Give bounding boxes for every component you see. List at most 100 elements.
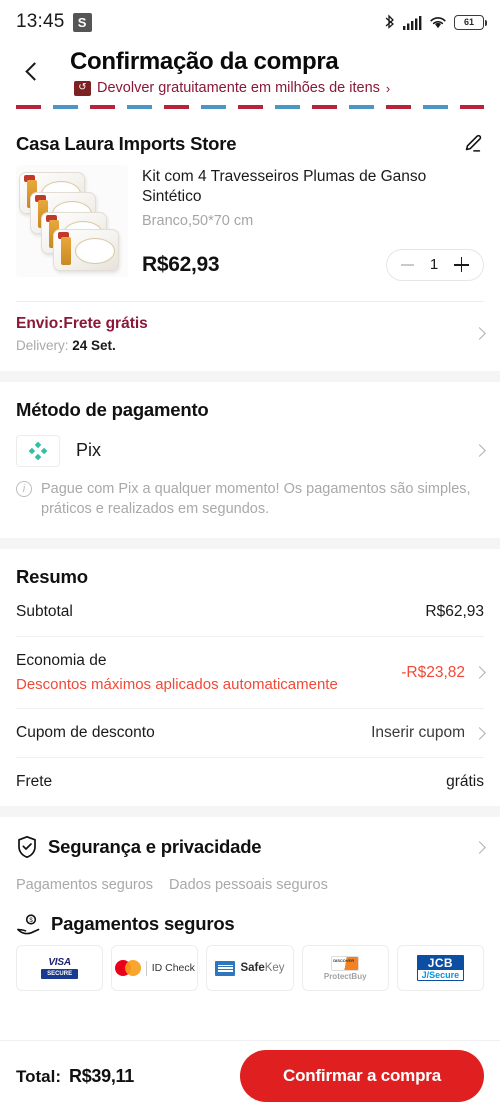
security-chevron-icon[interactable] <box>473 840 486 854</box>
security-tag: Pagamentos seguros <box>16 877 154 894</box>
jcb-jsecure-badge: JCB J/Secure <box>396 945 485 992</box>
summary-value: Inserir cupom <box>371 724 465 742</box>
pix-logo-icon <box>16 434 60 467</box>
battery-level: 61 <box>463 17 474 27</box>
summary-row-coupon[interactable]: Cupom de desconto Inserir cupom <box>16 709 486 757</box>
security-section: Segurança e privacidade Pagamentos segur… <box>0 817 500 992</box>
back-button[interactable] <box>22 62 42 82</box>
summary-discount-labels: Economia de Descontos máximos aplicados … <box>16 652 338 693</box>
payment-method-left: Pix <box>16 434 102 467</box>
product-image-pillows <box>16 165 128 277</box>
section-separator <box>0 370 500 382</box>
status-bar-right: 61 <box>383 13 487 31</box>
cellular-signal-icon <box>403 15 422 30</box>
summary-discount-value-group[interactable]: -R$23,82 <box>401 663 486 682</box>
safe-payments-title: Pagamentos seguros <box>51 913 235 935</box>
total-group: Total: R$39,11 <box>16 1066 134 1087</box>
return-policy-chevron-icon: › <box>385 80 391 96</box>
status-bar-left: 13:45 S <box>16 11 92 33</box>
page-title: Confirmação da compra <box>70 48 339 75</box>
quantity-increment-button[interactable] <box>454 257 469 273</box>
discover-logo-icon: DISCOVER <box>331 955 360 971</box>
security-tag: Dados pessoais seguros <box>169 877 328 894</box>
payment-method-label: Pix <box>76 440 102 461</box>
bluetooth-icon <box>385 13 394 29</box>
amex-logo-icon <box>215 960 236 976</box>
shipping-info: Envio:Frete grátis Delivery: 24 Set. <box>16 315 148 353</box>
store-header-row: Casa Laura Imports Store <box>16 115 484 165</box>
wifi-icon <box>430 16 446 28</box>
delivery-estimate: Delivery: 24 Set. <box>16 338 148 353</box>
payment-section-title: Método de pagamento <box>16 398 209 420</box>
total-label: Total: <box>16 1066 62 1086</box>
bottom-action-bar: Total: R$39,11 Confirmar a compra <box>0 1040 500 1111</box>
summary-value: R$62,93 <box>425 603 484 621</box>
visa-badge-bottom: SECURE <box>41 969 79 980</box>
shipping-chevron-icon[interactable] <box>473 327 486 341</box>
page-header: Confirmação da compra ↺ Devolver gratuit… <box>0 44 500 115</box>
payment-badges-row: VISA SECURE ID Check SafeKey DISCOVER Pr… <box>16 945 485 992</box>
return-arrow-glyph: ↺ <box>78 82 87 93</box>
payment-method-chevron-icon[interactable] <box>473 444 486 458</box>
summary-chevron-icon[interactable] <box>473 726 486 740</box>
summary-chevron-icon[interactable] <box>473 666 486 679</box>
safekey-label-a: Safe <box>240 962 265 975</box>
return-policy-link[interactable]: ↺ Devolver gratuitamente em milhões de i… <box>74 80 484 96</box>
jcb-label: JCB <box>417 956 464 971</box>
summary-label: Economia de <box>16 652 107 670</box>
idcheck-label: ID Check <box>151 962 195 975</box>
confirm-purchase-button[interactable]: Confirmar a compra <box>240 1050 484 1102</box>
summary-section: Resumo Subtotal R$62,93 Economia de Desc… <box>0 549 500 807</box>
protectbuy-label: ProtectBuy <box>323 971 367 981</box>
return-box-icon: ↺ <box>74 80 91 96</box>
status-clock: 13:45 <box>16 11 65 32</box>
product-title: Kit com 4 Travesseiros Plumas de Ganso S… <box>142 168 427 206</box>
safekey-label-b: Key <box>264 962 285 975</box>
section-separator <box>0 538 500 550</box>
product-price-row: R$62,93 1 <box>142 248 484 281</box>
quantity-decrement-button[interactable] <box>401 264 414 266</box>
shipping-title: Envio:Frete grátis <box>16 314 148 332</box>
shipping-row[interactable]: Envio:Frete grátis Delivery: 24 Set. <box>16 302 486 371</box>
shield-check-icon <box>18 836 36 859</box>
amex-safekey-badge: SafeKey <box>206 945 294 992</box>
delivery-prefix: Delivery: <box>16 337 69 353</box>
product-price: R$62,93 <box>142 252 220 276</box>
quantity-stepper[interactable]: 1 <box>386 248 484 281</box>
mastercard-logo-icon <box>114 960 141 977</box>
delivery-date: 24 Set. <box>72 337 116 353</box>
summary-value: -R$23,82 <box>401 663 465 681</box>
pencil-edit-icon[interactable] <box>462 133 484 155</box>
visa-secure-badge: VISA SECURE <box>16 945 104 992</box>
summary-row-subtotal: Subtotal R$62,93 <box>16 588 484 636</box>
section-separator <box>0 806 500 818</box>
summary-row-discount[interactable]: Economia de Descontos máximos aplicados … <box>16 637 486 708</box>
app-badge-icon: S <box>72 12 92 32</box>
coupon-value-group[interactable]: Inserir cupom <box>371 724 486 742</box>
safe-payments-header: $ Pagamentos seguros <box>16 893 484 945</box>
decorative-dashed-divider <box>16 105 484 109</box>
product-row[interactable]: Kit com 4 Travesseiros Plumas de Ganso S… <box>16 165 484 287</box>
summary-value: grátis <box>446 773 484 791</box>
mastercard-id-check-badge: ID Check <box>111 945 199 992</box>
store-name: Casa Laura Imports Store <box>16 133 237 154</box>
payment-note-text: Pague com Pix a qualquer momento! Os pag… <box>41 480 471 518</box>
summary-section-title: Resumo <box>16 566 88 588</box>
product-info: Kit com 4 Travesseiros Plumas de Ganso S… <box>142 165 484 281</box>
product-variant: Branco,50*70 cm <box>142 212 254 229</box>
summary-sublabel: Descontos máximos aplicados automaticame… <box>16 676 338 694</box>
status-bar: 13:45 S 61 <box>0 0 500 44</box>
summary-label: Subtotal <box>16 603 73 621</box>
visa-badge-top: VISA <box>48 957 71 969</box>
total-value: R$39,11 <box>69 1065 134 1086</box>
checkout-screen: 13:45 S 61 Confirmação da compra ↺ Devol… <box>0 0 500 1111</box>
discover-protectbuy-badge: DISCOVER ProtectBuy <box>301 945 389 992</box>
security-header-row[interactable]: Segurança e privacidade <box>16 817 486 859</box>
discover-wordmark: DISCOVER <box>333 957 355 963</box>
hand-coin-icon: $ <box>17 914 40 935</box>
jsecure-label: J/Secure <box>417 970 464 981</box>
payment-method-section: Método de pagamento Pix i Pague com Pix … <box>0 381 500 539</box>
payment-method-row[interactable]: Pix <box>16 421 486 467</box>
security-title: Segurança e privacidade <box>48 836 262 858</box>
battery-icon: 61 <box>454 14 487 30</box>
